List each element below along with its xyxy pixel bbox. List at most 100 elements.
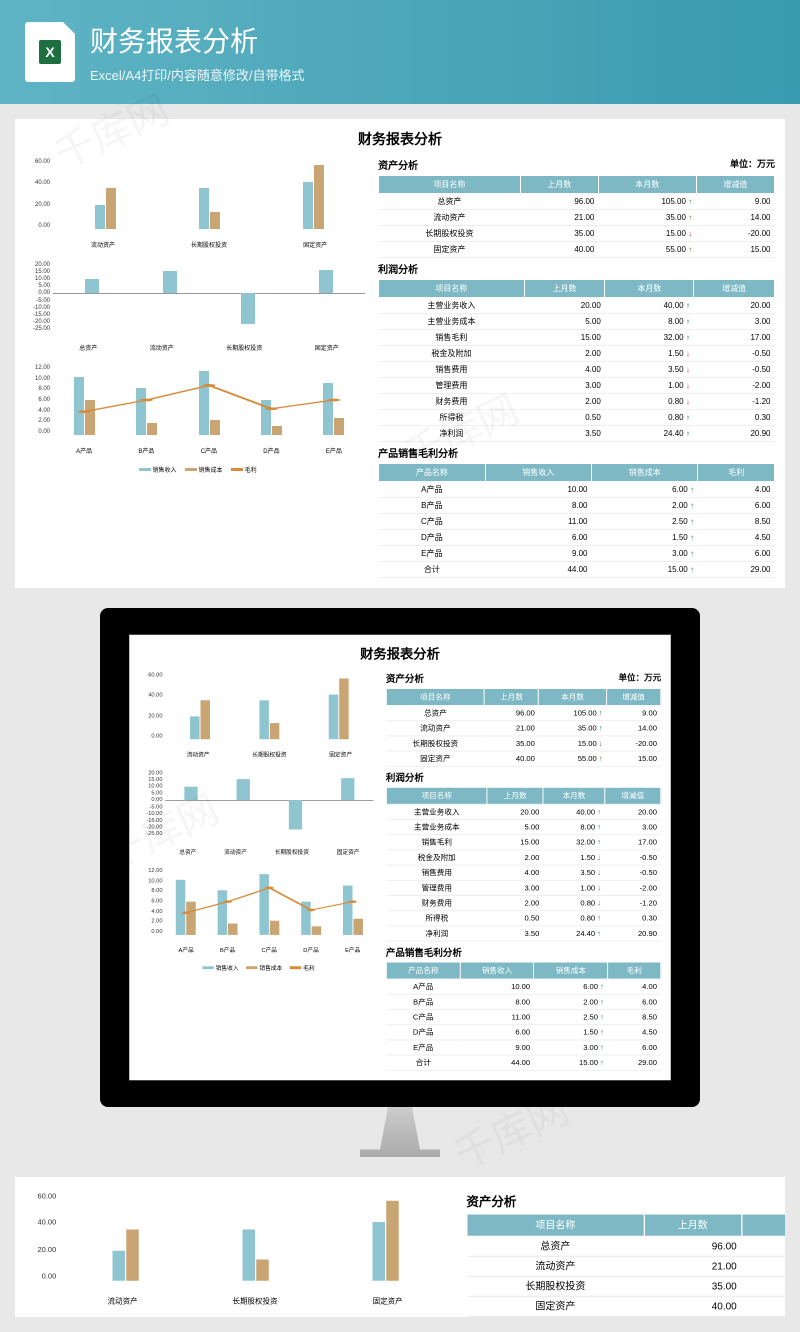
col-header: 项目名称	[467, 1214, 644, 1237]
bar	[323, 383, 333, 436]
bar-group	[259, 868, 279, 935]
col-header: 上月数	[520, 176, 598, 194]
col-header: 上月数	[487, 787, 543, 804]
col-header: 本月数	[598, 176, 696, 194]
bar	[190, 716, 200, 739]
bar	[334, 418, 344, 436]
table-row: 总资产96.00105.00 ↑9.00	[386, 706, 660, 721]
section-title: 利润分析	[386, 770, 661, 784]
bar	[241, 293, 255, 324]
excel-x-badge: X	[39, 40, 60, 64]
table-row: 长期股权投资35.0015.00 ↓-20.00	[467, 1276, 785, 1296]
bar	[256, 1259, 269, 1281]
bar-group	[95, 159, 116, 229]
table-row: C产品11.002.50 ↑8.50	[386, 1010, 660, 1025]
col-header: 销售成本	[534, 962, 608, 979]
bar	[386, 1201, 399, 1281]
data-table: 项目名称上月数本月数增减值主营业务收入20.0040.00 ↑20.00主营业务…	[378, 279, 775, 442]
bar-group	[199, 365, 220, 435]
bar	[199, 188, 209, 229]
bar	[112, 1250, 125, 1281]
bar	[218, 891, 228, 935]
bar	[210, 212, 220, 230]
bar	[228, 924, 238, 935]
table-row: E产品9.003.00 ↑6.00	[379, 546, 775, 562]
table-row: 流动资产21.0035.00 ↑14.00	[386, 721, 660, 736]
table-row: C产品11.002.50 ↑8.50	[379, 514, 775, 530]
table-row: 固定资产40.0055.00 ↑15.00	[467, 1296, 785, 1316]
table-row: A产品10.006.00 ↑4.00	[386, 979, 660, 994]
bar	[339, 678, 349, 739]
data-table: 项目名称上月数本月数增减值总资产96.00105.00 ↑9.00流动资产21.…	[378, 175, 775, 258]
table-row: 管理费用3.001.00 ↓-2.00	[379, 378, 775, 394]
col-header: 本月数	[543, 787, 605, 804]
data-table: 产品名称销售收入销售成本毛利A产品10.006.00 ↑4.00B产品8.002…	[386, 962, 661, 1071]
monitor-stand	[360, 1107, 440, 1157]
bar	[126, 1230, 139, 1281]
bar	[242, 1230, 255, 1281]
bar-group	[112, 1193, 138, 1281]
table-row: A产品10.006.00 ↑4.00	[379, 482, 775, 498]
bar-group	[199, 159, 220, 229]
table-row: 所得税0.500.80 ↑0.30	[379, 410, 775, 426]
col-header: 产品名称	[379, 464, 485, 482]
bar	[353, 918, 363, 935]
col-header: 本月数	[539, 688, 607, 705]
col-header: 销售收入	[485, 464, 591, 482]
bar	[85, 400, 95, 435]
bar-group	[136, 365, 157, 435]
excel-file-icon: X	[25, 22, 75, 82]
data-table: 项目名称上月数本月数增减值总资产96.00105.00 ↑9.00流动资产21.…	[466, 1213, 785, 1317]
bar	[372, 1222, 385, 1280]
page-header: X 财务报表分析 Excel/A4打印/内容随意修改/自带格式	[0, 0, 800, 104]
bar	[312, 927, 322, 935]
section-title: 利润分析	[378, 261, 775, 276]
product-combo-chart: 12.0010.008.006.004.002.000.00A产品B产品C产品D…	[139, 864, 378, 954]
col-header: 增减值	[696, 176, 774, 194]
bar-group	[190, 673, 210, 740]
col-header: 上月数	[644, 1214, 742, 1237]
table-row: D产品6.001.50 ↑4.50	[379, 530, 775, 546]
table-row: 销售毛利15.0032.00 ↑17.00	[386, 835, 660, 850]
bar	[272, 426, 282, 435]
bar	[270, 921, 280, 935]
bar	[136, 388, 146, 435]
col-header: 增减值	[694, 280, 775, 298]
table-row: 总资产96.00105.00 ↑9.00	[467, 1236, 785, 1256]
bar-group	[261, 365, 282, 435]
table-row: 主营业务收入20.0040.00 ↑20.00	[379, 298, 775, 314]
chart-legend: 销售收入销售成本毛利	[25, 465, 370, 474]
table-row: 财务费用2.000.80 ↓-1.20	[386, 896, 660, 911]
bar-group	[329, 673, 349, 740]
bar	[95, 205, 105, 230]
bar	[289, 800, 302, 830]
table-row: 销售费用4.003.50 ↓-0.50	[379, 362, 775, 378]
bar-group	[343, 868, 363, 935]
table-row: 税金及附加2.001.50 ↓-0.50	[386, 850, 660, 865]
table-row: 主营业务成本5.008.00 ↑3.00	[386, 820, 660, 835]
bar	[176, 880, 186, 935]
data-table: 产品名称销售收入销售成本毛利A产品10.006.00 ↑4.00B产品8.002…	[378, 463, 775, 578]
col-header: 上月数	[484, 688, 538, 705]
table-row: 主营业务收入20.0040.00 ↑20.00	[386, 804, 660, 819]
monitor-mockup: 财务报表分析60.0040.0020.000.00流动资产长期股权投资固定资产2…	[100, 608, 700, 1157]
section-title: 产品销售毛利分析	[386, 944, 661, 958]
table-row: D产品6.001.50 ↑4.50	[386, 1025, 660, 1040]
delta-bar-chart: 20.0015.0010.005.000.00-5.00-10.00-15.00…	[25, 1316, 456, 1317]
table-row: 财务费用2.000.80 ↓-1.20	[379, 394, 775, 410]
bar-group	[176, 868, 196, 935]
bar-group	[74, 365, 95, 435]
table-row: B产品8.002.00 ↑6.00	[379, 498, 775, 514]
data-table: 项目名称上月数本月数增减值主营业务收入20.0040.00 ↑20.00主营业务…	[386, 787, 661, 942]
bar-group	[372, 1193, 398, 1281]
table-row: 管理费用3.001.00 ↓-2.00	[386, 880, 660, 895]
bar	[261, 400, 271, 435]
col-header: 项目名称	[379, 176, 520, 194]
col-header: 本月数	[605, 280, 694, 298]
table-row: 销售费用4.003.50 ↓-0.50	[386, 865, 660, 880]
table-row: 固定资产40.0055.00 ↑15.00	[379, 242, 775, 258]
bar	[341, 778, 354, 800]
data-table: 项目名称上月数本月数增减值总资产96.00105.00 ↑9.00流动资产21.…	[386, 688, 661, 767]
table-row: 长期股权投资35.0015.00 ↓-20.00	[386, 736, 660, 751]
col-header: 毛利	[698, 464, 775, 482]
